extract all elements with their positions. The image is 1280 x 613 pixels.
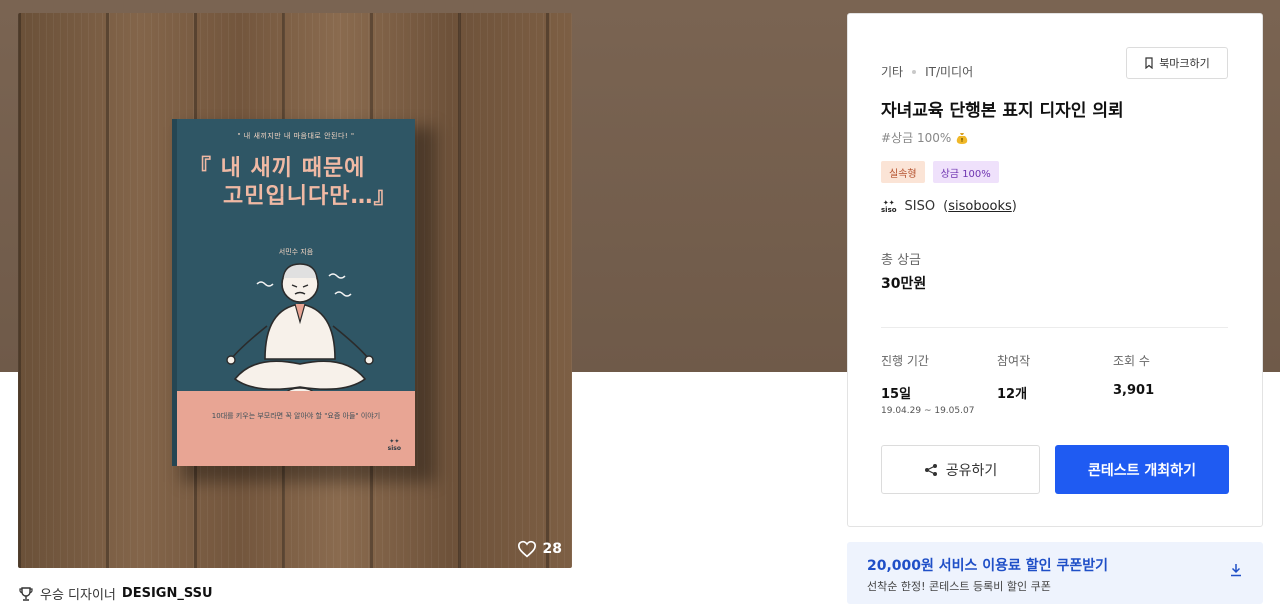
- organizer-handle-link[interactable]: sisobooks: [948, 199, 1012, 214]
- organizer-handle-wrap: (sisobooks): [943, 199, 1017, 214]
- prize-value: 30만원: [881, 276, 927, 292]
- trophy-icon: [19, 586, 33, 601]
- hashtag-text: #상금 100%: [881, 131, 952, 145]
- share-button[interactable]: 공유하기: [881, 445, 1040, 494]
- stat-label: 진행 기간: [881, 354, 929, 368]
- winner-designer: 우승 디자이너 DESIGN_SSU: [18, 584, 213, 603]
- bookmark-button[interactable]: 북마크하기: [1126, 47, 1228, 79]
- stats-row: 진행 기간 15일 19.04.29 ~ 19.05.07 참여작 12개 조회…: [881, 352, 1231, 416]
- winner-name[interactable]: DESIGN_SSU: [122, 586, 213, 601]
- heart-icon: [517, 540, 536, 558]
- book-publisher-logo: ✦✦ siso: [387, 438, 401, 452]
- contest-title: 자녀교육 단행본 표지 디자인 의뢰: [881, 101, 1124, 121]
- stat-entries: 참여작 12개: [997, 352, 1113, 416]
- coupon-banner[interactable]: 20,000원 서비스 이용료 할인 쿠폰받기 선착순 한정! 콘테스트 등록비…: [847, 542, 1263, 604]
- stat-label: 조회 수: [1113, 354, 1150, 368]
- book-cover: " 내 새끼지만 내 마음대로 안된다! " 『 내 새끼 때문에 고민입니다만…: [172, 119, 415, 466]
- book-tagline: " 내 새끼지만 내 마음대로 안된다! ": [237, 132, 355, 140]
- share-label: 공유하기: [945, 462, 998, 479]
- badge-value-type: 실속형: [881, 161, 925, 183]
- coupon-title: 20,000원 서비스 이용료 할인 쿠폰받기: [867, 558, 1108, 574]
- contest-info-card: 기타 IT/미디어 북마크하기 자녀교육 단행본 표지 디자인 의뢰 #상금 1…: [847, 13, 1263, 527]
- organizer: ✦✦ siso SISO (sisobooks): [881, 199, 1017, 214]
- bookmark-label: 북마크하기: [1159, 57, 1210, 70]
- stat-value: 15일: [881, 387, 912, 402]
- coupon-subtitle: 선착순 한정! 콘테스트 등록비 할인 쿠폰: [867, 580, 1051, 593]
- book-title-line1: 『 내 새끼 때문에: [189, 156, 366, 181]
- money-bag-icon: [957, 132, 968, 144]
- like-count: 28: [542, 541, 562, 557]
- book-title-line2: 고민입니다만…』: [223, 184, 397, 209]
- meditating-figure-illustration: [226, 263, 374, 401]
- contest-hero-image[interactable]: " 내 새끼지만 내 마음대로 안된다! " 『 내 새끼 때문에 고민입니다만…: [18, 13, 572, 568]
- breadcrumb-item-subcategory[interactable]: IT/미디어: [925, 63, 973, 80]
- book-band-text: 10대를 키우는 부모라면 꼭 알아야 할 "요즘 아들" 이야기: [211, 412, 381, 420]
- stat-views: 조회 수 3,901: [1113, 352, 1229, 416]
- breadcrumb-item-category[interactable]: 기타: [881, 63, 903, 80]
- bookmark-icon: [1145, 57, 1153, 69]
- organizer-name: SISO: [904, 199, 936, 214]
- book-band: 10대를 키우는 부모라면 꼭 알아야 할 "요즘 아들" 이야기 ✦✦ siso: [177, 391, 415, 466]
- winner-prefix: 우승 디자이너: [40, 588, 116, 603]
- download-icon[interactable]: [1229, 563, 1243, 577]
- breadcrumb-separator: [912, 69, 917, 74]
- stat-label: 참여작: [997, 354, 1031, 368]
- prize-label: 총 상금: [881, 253, 922, 268]
- stat-value: 12개: [997, 387, 1028, 402]
- host-contest-button[interactable]: 콘테스트 개최하기: [1055, 445, 1229, 494]
- hashtag[interactable]: #상금 100%: [881, 129, 969, 146]
- badge-list: 실속형 상금 100%: [881, 161, 999, 183]
- divider: [881, 327, 1228, 328]
- book-title: 『 내 새끼 때문에 고민입니다만…』: [189, 155, 414, 211]
- like-button[interactable]: 28: [517, 540, 562, 558]
- organizer-logo: ✦✦ siso: [881, 198, 897, 214]
- stat-value: 3,901: [1113, 383, 1155, 398]
- breadcrumb: 기타 IT/미디어: [881, 63, 973, 80]
- share-icon: [924, 463, 937, 476]
- badge-prize-100: 상금 100%: [932, 161, 999, 183]
- stat-duration: 진행 기간 15일 19.04.29 ~ 19.05.07: [881, 352, 997, 416]
- stat-date-range: 19.04.29 ~ 19.05.07: [881, 406, 975, 416]
